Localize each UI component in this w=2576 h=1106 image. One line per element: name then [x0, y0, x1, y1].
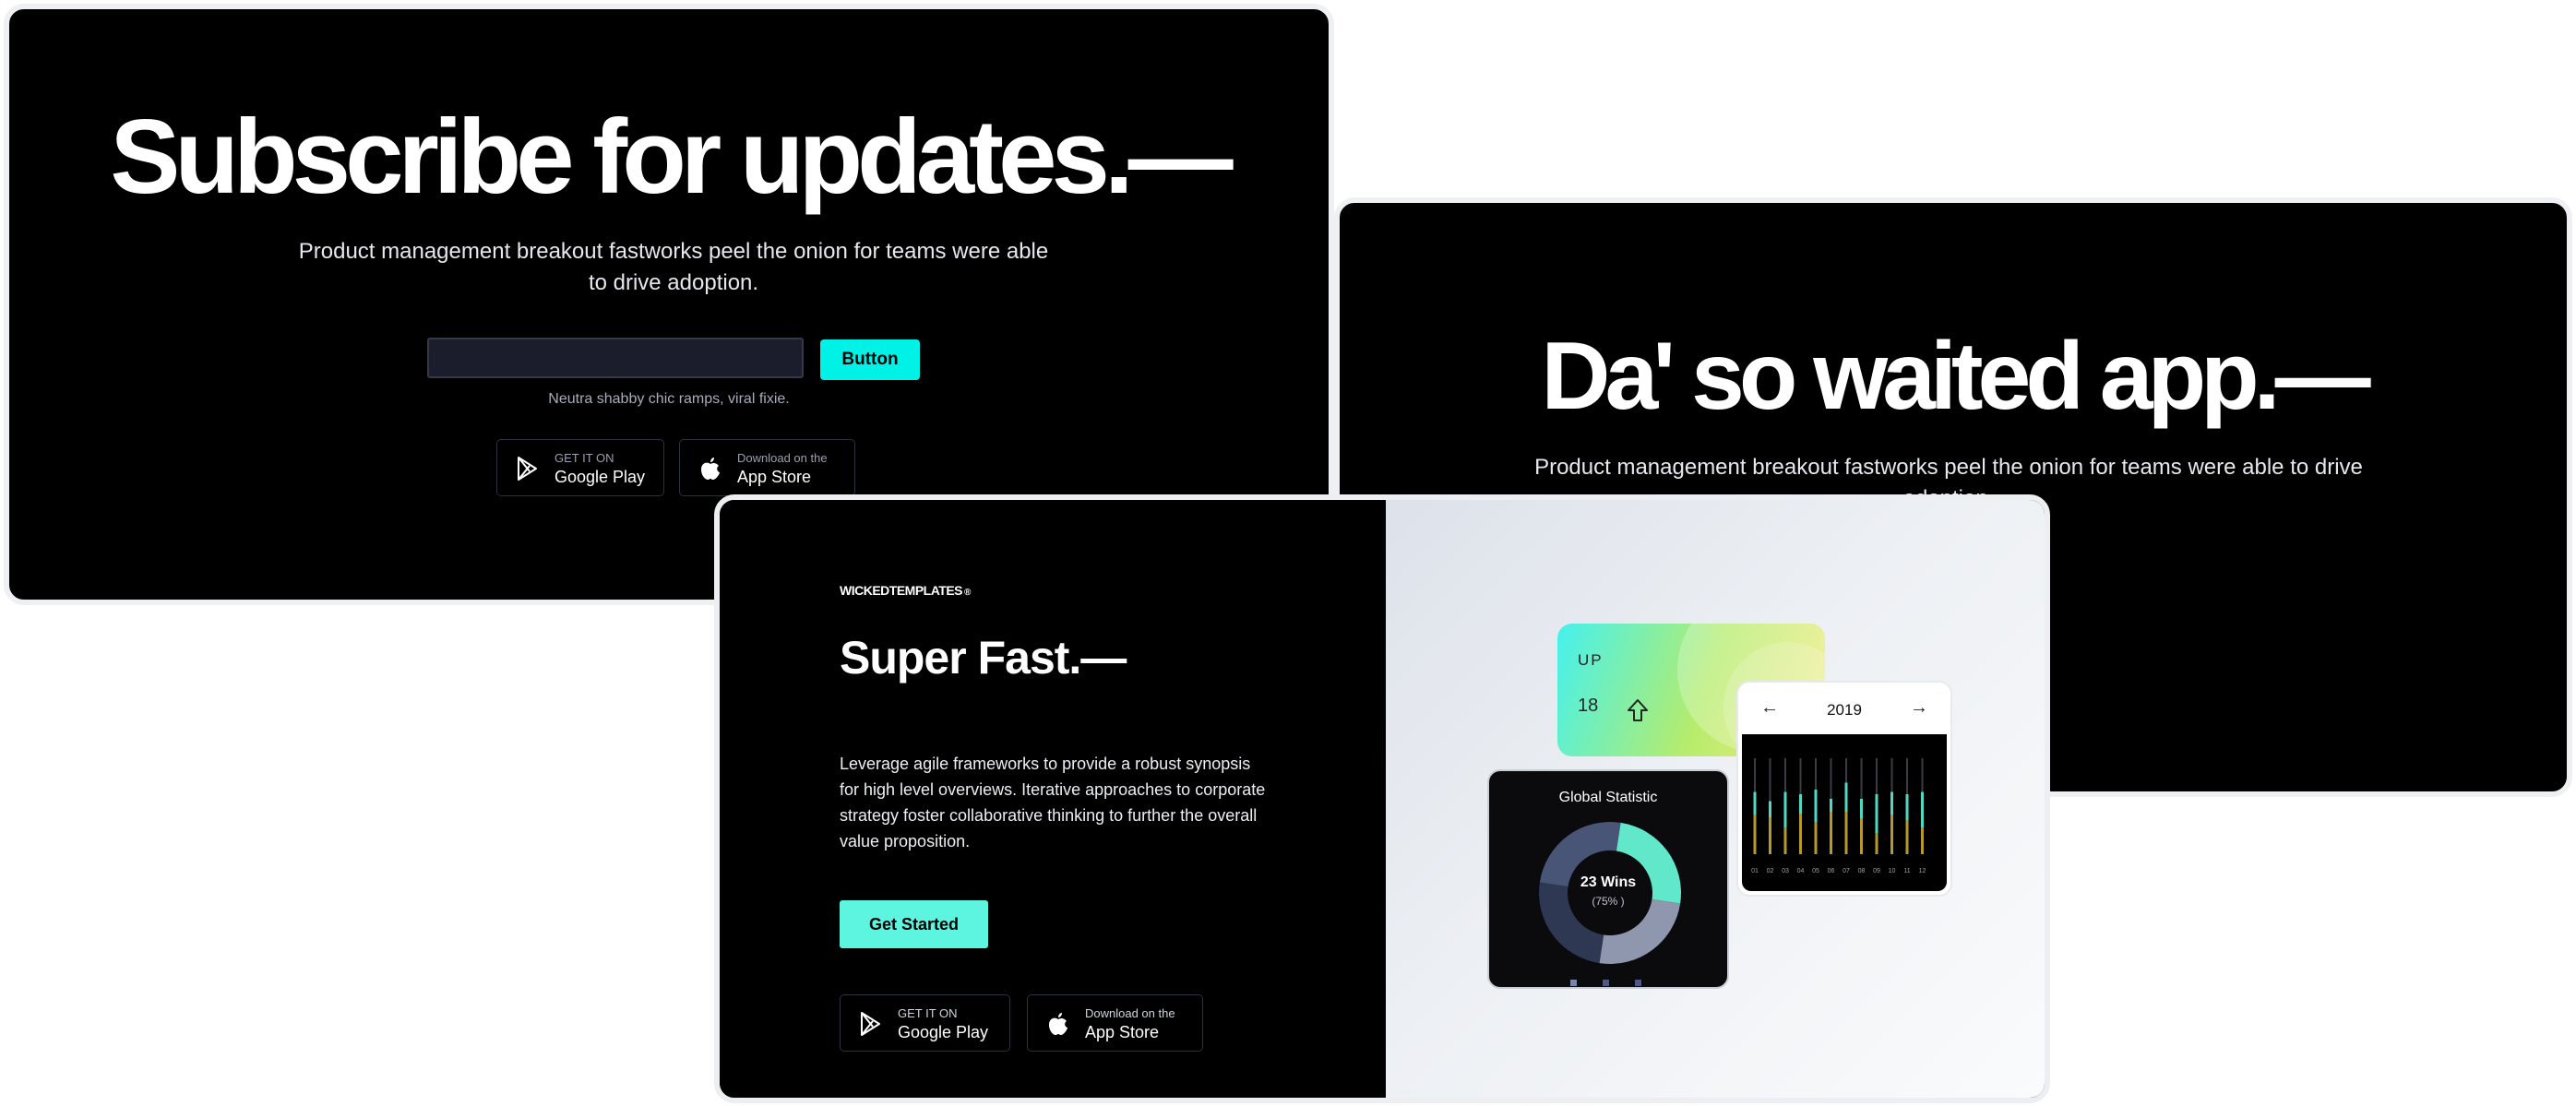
bar-teal: [1753, 791, 1757, 815]
app-store-small: Download on the: [737, 451, 828, 465]
bars-panel: 01 02 03 04 05 06 07 08 09 10 11 12: [1742, 734, 1947, 891]
bar-gold: [1799, 808, 1802, 854]
subscribe-hint: Neutra shabby chic ramps, viral fixie.: [548, 391, 790, 407]
google-play-button[interactable]: GET IT ON Google Play: [496, 439, 664, 496]
carousel-dot[interactable]: [1570, 980, 1577, 986]
brand-name: WICKEDTEMPLATES: [840, 583, 963, 598]
google-play-label: Google Play: [555, 468, 646, 486]
month-label: 03: [1782, 868, 1789, 874]
subscribe-description: Product management breakout fastworks pe…: [298, 239, 1049, 295]
app-store-label: App Store: [737, 468, 812, 486]
feature-section: WICKEDTEMPLATES ® Super Fast.— Leverage a…: [714, 494, 2050, 1103]
month-label: 04: [1797, 868, 1805, 874]
carousel-dot[interactable]: [1635, 980, 1641, 986]
bar-teal: [1921, 791, 1924, 827]
bar-gold: [1890, 808, 1893, 854]
year-navigator: ← 2019 →: [1738, 683, 1950, 734]
month-label: 07: [1843, 868, 1850, 874]
bar-teal: [1830, 799, 1832, 812]
feature-title: Super Fast.—: [840, 632, 1127, 684]
apple-icon: [701, 458, 720, 480]
get-started-button[interactable]: Get Started: [840, 900, 988, 948]
brand-logo[interactable]: WICKEDTEMPLATES ®: [840, 583, 971, 598]
google-play-icon: [518, 457, 537, 481]
month-label: 02: [1767, 868, 1774, 874]
feature-description: Leverage agile frameworks to provide a r…: [840, 755, 1266, 850]
feature-left-pane: WICKEDTEMPLATES ® Super Fast.— Leverage a…: [720, 500, 1386, 1098]
bar-teal: [1875, 794, 1878, 833]
month-label: 05: [1812, 868, 1819, 874]
email-input[interactable]: [427, 338, 804, 378]
bar-teal: [1844, 782, 1848, 812]
yearly-bars-widget: ← 2019 → 01 02 03 04 05 06 07 08 09 10 11 12: [1736, 681, 1952, 897]
google-play-small: GET IT ON: [898, 1006, 958, 1020]
bar-teal: [1860, 799, 1863, 818]
monthly-bars: 01 02 03 04 05 06 07 08 09 10 11 12: [1751, 758, 1926, 874]
subscribe-title: Subscribe for updates.—: [110, 99, 1233, 216]
google-play-small: GET IT ON: [555, 451, 614, 465]
month-label: 11: [1903, 868, 1910, 874]
bar-gold: [1769, 813, 1771, 854]
subscribe-button[interactable]: Button: [820, 339, 920, 380]
bar-gold: [1753, 808, 1757, 854]
app-store-button[interactable]: Download on the App Store: [1027, 994, 1203, 1052]
google-play-icon: [861, 1012, 880, 1036]
next-year-arrow-icon[interactable]: →: [1910, 697, 1928, 719]
month-label: 01: [1751, 868, 1759, 874]
bar-teal: [1783, 791, 1787, 827]
bar-teal: [1905, 794, 1909, 820]
up-label: UP: [1578, 651, 1604, 669]
app-store-small: Download on the: [1085, 1006, 1175, 1020]
google-play-label: Google Play: [898, 1023, 989, 1041]
google-play-button[interactable]: GET IT ON Google Play: [840, 994, 1010, 1052]
bar-teal: [1799, 794, 1802, 814]
bar-gold: [1860, 813, 1863, 854]
month-label: 09: [1873, 868, 1880, 874]
donut-segment-teal: [1616, 822, 1681, 904]
app-store-button[interactable]: Download on the App Store: [679, 439, 855, 496]
carousel-dot[interactable]: [1603, 980, 1609, 986]
apple-icon: [1049, 1013, 1067, 1035]
month-label: 12: [1919, 868, 1926, 874]
arrow-up-icon: [1628, 699, 1648, 721]
donut-segment-gray: [1599, 898, 1681, 964]
wins-percent: (75% ): [1592, 895, 1625, 908]
bar-teal: [1890, 791, 1893, 815]
app-store-label: App Store: [1085, 1023, 1160, 1041]
carousel-dots: [1570, 974, 1667, 991]
month-label: 06: [1828, 868, 1835, 874]
bar-teal: [1814, 790, 1818, 822]
global-statistic-widget: Global Statistic 23 Wins (75% ): [1487, 769, 1729, 989]
month-label: 10: [1889, 868, 1896, 874]
month-label: 08: [1858, 868, 1866, 874]
brand-registered-mark: ®: [964, 588, 971, 598]
app-promo-title: Da' so waited app.—: [1541, 323, 2370, 430]
bar-teal: [1769, 801, 1771, 817]
up-value: 18: [1578, 696, 1599, 716]
wins-count: 23 Wins: [1580, 874, 1637, 890]
bar-gold: [1830, 808, 1832, 854]
